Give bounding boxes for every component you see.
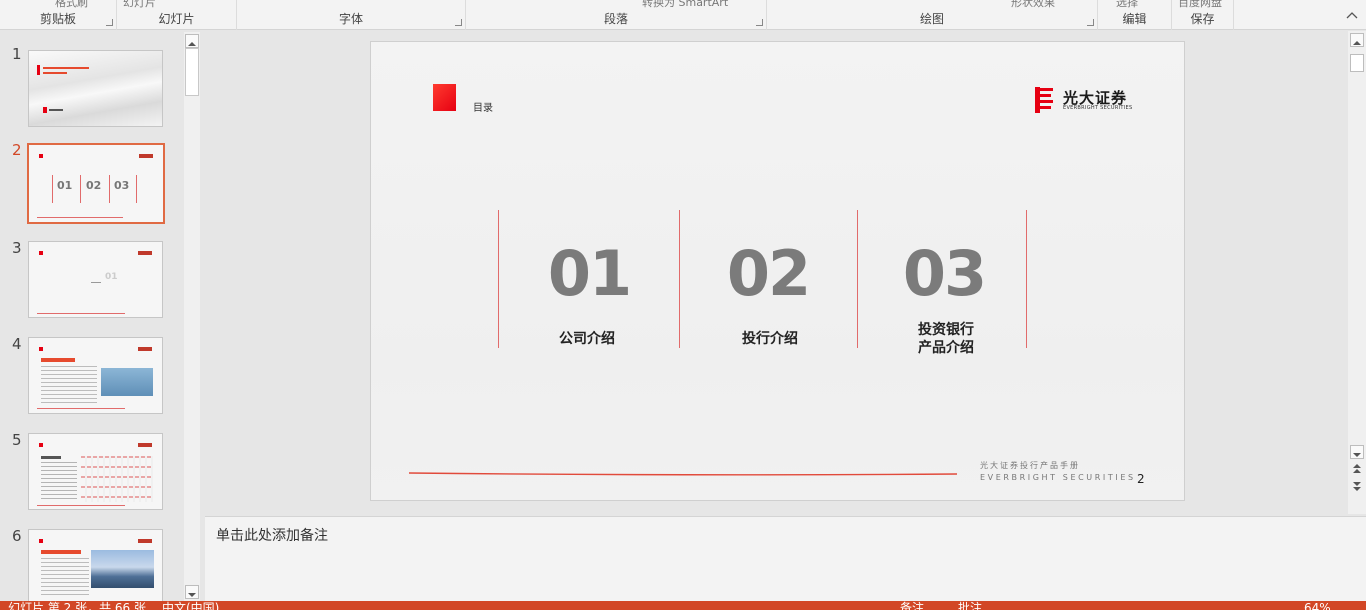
notes-toggle-button[interactable]: 备注 — [900, 602, 924, 610]
toc-label: 目录 — [473, 103, 493, 114]
red-square-mark — [433, 84, 456, 111]
slide-thumbnail-5[interactable] — [28, 433, 163, 510]
slide-canvas[interactable]: 目录 光大证券 EVERBRIGHT SECURITIES 01 02 03 公… — [370, 41, 1185, 501]
ribbon-group-editing: 选择 编辑 — [1098, 0, 1172, 30]
ribbon-group-label: 剪贴板 — [39, 12, 76, 26]
slide-thumbnail-1[interactable] — [28, 50, 163, 127]
section-label-company: 公司介绍 — [559, 331, 615, 347]
status-bar: 幻灯片 第 2 张，共 66 张 中文(中国) 备注 批注 64% — [0, 601, 1366, 610]
section-number-03: 03 — [902, 237, 987, 310]
slide-thumbnail-pane: 1 2 01 02 03 3 01 4 5 6 — [0, 31, 183, 601]
scroll-down-button[interactable] — [185, 585, 199, 599]
section-number-02: 02 — [726, 237, 811, 310]
new-slide-button[interactable]: 幻灯片 — [123, 0, 156, 10]
notes-placeholder[interactable]: 单击此处添加备注 — [216, 525, 328, 545]
thumbnail-number: 4 — [12, 335, 22, 353]
collapse-ribbon-icon[interactable] — [1346, 10, 1358, 20]
thumbnail-number: 5 — [12, 431, 22, 449]
ribbon-group-drawing: 形状效果 绘图 — [767, 0, 1098, 30]
select-button[interactable]: 选择 — [1116, 0, 1138, 10]
thumbnail-number: 6 — [12, 527, 22, 545]
logo-en-text: EVERBRIGHT SECURITIES — [1063, 105, 1133, 111]
ribbon-group-clipboard: 格式刷 剪贴板 — [0, 0, 117, 30]
scrollbar-thumb[interactable] — [185, 48, 199, 96]
zoom-level[interactable]: 64% — [1304, 602, 1331, 610]
thumbnail-scrollbar[interactable] — [184, 32, 200, 602]
everbright-logo-icon — [1035, 87, 1053, 113]
thumbnail-number: 1 — [12, 45, 22, 63]
slide-info: 幻灯片 第 2 张，共 66 张 — [8, 601, 146, 610]
footer-en-text: EVERBRIGHT SECURITIES — [980, 473, 1136, 482]
comments-toggle-button[interactable]: 批注 — [958, 602, 982, 610]
footer-cn-text: 光大证券投行产品手册 — [980, 461, 1080, 470]
footer-red-line — [409, 472, 957, 476]
format-painter-button[interactable]: 格式刷 — [55, 0, 88, 10]
next-slide-icon[interactable] — [1351, 480, 1363, 492]
ribbon-group-label: 字体 — [338, 12, 363, 26]
ribbon-group-slides: 幻灯片 幻灯片 — [117, 0, 237, 30]
baidu-netdisk-button[interactable]: 百度网盘 — [1178, 0, 1222, 10]
divider-line — [857, 210, 858, 348]
ribbon-group-label: 编辑 — [1122, 12, 1147, 26]
slide-thumbnail-4[interactable] — [28, 337, 163, 414]
slide-page-number: 2 — [1137, 472, 1145, 486]
ribbon-group-label: 绘图 — [919, 12, 944, 26]
ribbon-group-label: 保存 — [1190, 12, 1215, 26]
font-launcher-icon[interactable] — [455, 19, 462, 26]
convert-smartart-button[interactable]: 转换为 SmartArt — [642, 0, 728, 10]
slide-thumbnail-6[interactable] — [28, 529, 163, 601]
divider-line — [1026, 210, 1027, 348]
ribbon-group-paragraph: 转换为 SmartArt 段落 — [466, 0, 767, 30]
section-label-ib: 投行介绍 — [742, 331, 798, 347]
section-number-01: 01 — [547, 237, 632, 310]
thumbnail-number: 2 — [12, 141, 22, 159]
ribbon-group-label: 幻灯片 — [158, 12, 195, 26]
slide-editing-area: 目录 光大证券 EVERBRIGHT SECURITIES 01 02 03 公… — [205, 31, 1348, 514]
ribbon-group-label: 段落 — [603, 12, 628, 26]
previous-slide-icon[interactable] — [1351, 463, 1363, 475]
divider-line — [679, 210, 680, 348]
scrollbar-thumb[interactable] — [1350, 54, 1364, 72]
editor-scrollbar[interactable] — [1348, 31, 1366, 514]
scroll-up-button[interactable] — [1350, 33, 1364, 47]
notes-pane[interactable]: 单击此处添加备注 — [205, 516, 1366, 601]
clipboard-launcher-icon[interactable] — [106, 19, 113, 26]
shape-effects-button[interactable]: 形状效果 — [1011, 0, 1055, 10]
paragraph-launcher-icon[interactable] — [756, 19, 763, 26]
slide-thumbnail-2[interactable]: 01 02 03 — [27, 143, 165, 224]
section-label-products: 投资银行 产品介绍 — [918, 322, 974, 356]
drawing-launcher-icon[interactable] — [1087, 19, 1094, 26]
divider-line — [498, 210, 499, 348]
ribbon-group-save: 百度网盘 保存 — [1172, 0, 1234, 30]
scroll-down-button[interactable] — [1350, 445, 1364, 459]
ribbon: 格式刷 剪贴板 幻灯片 幻灯片 字体 转换为 SmartArt 段落 形状效果 … — [0, 0, 1366, 30]
thumbnail-number: 3 — [12, 239, 22, 257]
language-indicator[interactable]: 中文(中国) — [162, 602, 219, 610]
slide-thumbnail-3[interactable]: 01 — [28, 241, 163, 318]
ribbon-group-font: 字体 — [237, 0, 466, 30]
scroll-up-button[interactable] — [185, 34, 199, 48]
